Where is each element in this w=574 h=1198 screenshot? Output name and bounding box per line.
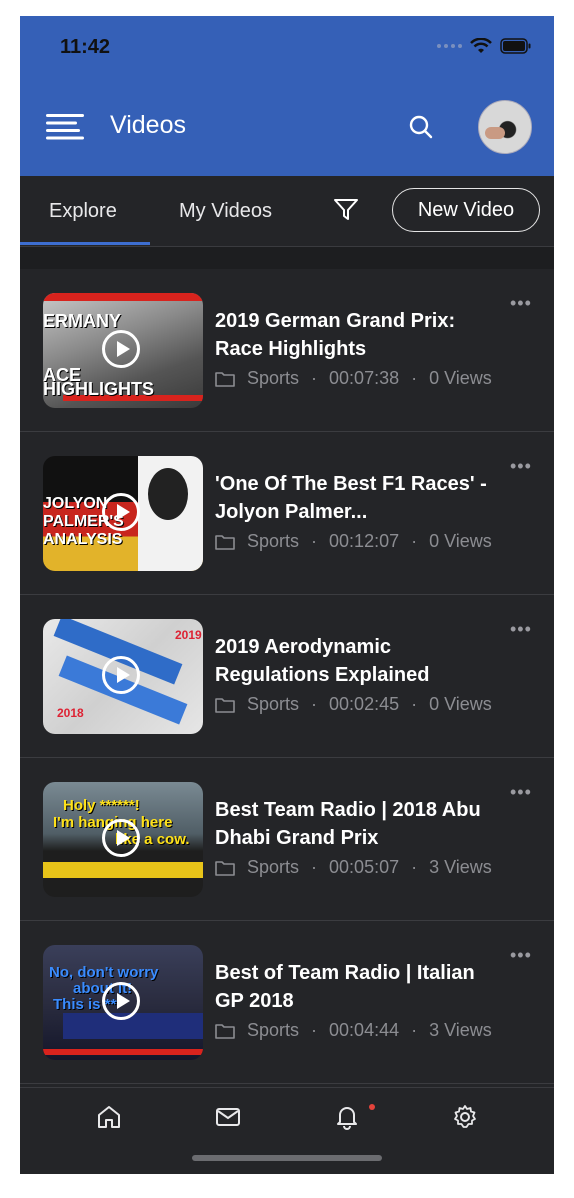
- play-icon[interactable]: [102, 819, 140, 857]
- phone-screen: 11:42 Videos Explore My Videos New Video…: [20, 16, 554, 1174]
- video-list-item[interactable]: 2019 2018 2019 Aerodynamic Regulations E…: [20, 595, 554, 758]
- notification-badge: [369, 1104, 375, 1110]
- hamburger-menu-icon[interactable]: [46, 114, 84, 140]
- video-thumbnail[interactable]: No, don't worry about it! This is ***: [43, 945, 203, 1060]
- video-meta: Sports · 00:02:45 · 0 Views: [215, 694, 492, 715]
- video-meta: Sports · 00:07:38 · 0 Views: [215, 368, 492, 389]
- video-views: 3 Views: [429, 1020, 492, 1040]
- app-header: 11:42 Videos: [20, 16, 554, 176]
- folder-icon: [215, 1023, 235, 1039]
- video-duration: 00:02:45: [329, 694, 400, 714]
- video-views: 3 Views: [429, 857, 492, 877]
- bell-icon[interactable]: [334, 1104, 360, 1130]
- play-icon[interactable]: [102, 982, 140, 1020]
- more-options-icon[interactable]: •••: [510, 293, 532, 314]
- folder-icon: [215, 534, 235, 550]
- video-meta: Sports · 00:04:44 · 3 Views: [215, 1020, 492, 1041]
- home-icon[interactable]: [96, 1104, 122, 1130]
- video-title[interactable]: 2019 Aerodynamic Regulations Explained: [215, 633, 505, 689]
- video-list-item[interactable]: JOLYON PALMER'S ANALYSIS 'One Of The Bes…: [20, 432, 554, 595]
- page-title: Videos: [110, 111, 186, 139]
- tab-explore[interactable]: Explore: [49, 200, 117, 223]
- status-time: 11:42: [60, 36, 111, 58]
- video-category: Sports: [247, 857, 300, 877]
- signal-icon: [437, 44, 462, 48]
- video-duration: 00:04:44: [329, 1020, 400, 1040]
- thumbnail-text: JOLYON: [43, 495, 108, 512]
- video-category: Sports: [247, 694, 300, 714]
- video-list-item[interactable]: Holy ******! I'm hanging here like a cow…: [20, 758, 554, 921]
- video-meta: Sports · 00:12:07 · 0 Views: [215, 531, 492, 552]
- folder-icon: [215, 371, 235, 387]
- video-list-item[interactable]: No, don't worry about it! This is *** Be…: [20, 921, 554, 1084]
- wifi-icon: [470, 38, 492, 53]
- play-icon[interactable]: [102, 330, 140, 368]
- active-tab-indicator: [20, 242, 150, 245]
- video-duration: 00:05:07: [329, 857, 400, 877]
- tab-my-videos[interactable]: My Videos: [179, 200, 272, 223]
- new-video-button[interactable]: New Video: [392, 188, 540, 232]
- play-icon[interactable]: [102, 493, 140, 531]
- video-title[interactable]: 2019 German Grand Prix: Race Highlights: [215, 307, 505, 363]
- video-category: Sports: [247, 531, 300, 551]
- more-options-icon[interactable]: •••: [510, 945, 532, 966]
- more-options-icon[interactable]: •••: [510, 456, 532, 477]
- thumbnail-text: HIGHLIGHTS: [43, 379, 154, 399]
- video-list: ERMANY ACE HIGHLIGHTS 2019 German Grand …: [20, 269, 554, 1084]
- thumbnail-text: ERMANY: [43, 311, 122, 331]
- video-thumbnail[interactable]: 2019 2018: [43, 619, 203, 734]
- thumbnail-text: ANALYSIS: [43, 531, 123, 548]
- search-icon[interactable]: [408, 114, 434, 140]
- video-title[interactable]: Best Team Radio | 2018 Abu Dhabi Grand P…: [215, 796, 505, 852]
- bottom-nav: [20, 1087, 554, 1174]
- video-category: Sports: [247, 1020, 300, 1040]
- home-indicator[interactable]: [192, 1155, 382, 1161]
- gear-icon[interactable]: [452, 1104, 478, 1130]
- video-views: 0 Views: [429, 694, 492, 714]
- video-duration: 00:12:07: [329, 531, 400, 551]
- video-category: Sports: [247, 368, 300, 388]
- video-thumbnail[interactable]: JOLYON PALMER'S ANALYSIS: [43, 456, 203, 571]
- folder-icon: [215, 697, 235, 713]
- video-views: 0 Views: [429, 531, 492, 551]
- video-list-item[interactable]: ERMANY ACE HIGHLIGHTS 2019 German Grand …: [20, 269, 554, 432]
- filter-icon[interactable]: [333, 198, 359, 222]
- user-avatar[interactable]: [478, 100, 532, 154]
- divider-strip: [20, 247, 554, 269]
- more-options-icon[interactable]: •••: [510, 782, 532, 803]
- folder-icon: [215, 860, 235, 876]
- tab-bar: Explore My Videos New Video: [20, 176, 554, 247]
- video-thumbnail[interactable]: ERMANY ACE HIGHLIGHTS: [43, 293, 203, 408]
- battery-icon: [500, 38, 531, 54]
- video-duration: 00:07:38: [329, 368, 400, 388]
- video-views: 0 Views: [429, 368, 492, 388]
- video-title[interactable]: 'One Of The Best F1 Races' - Jolyon Palm…: [215, 470, 505, 526]
- status-icons: [437, 38, 532, 54]
- video-title[interactable]: Best of Team Radio | Italian GP 2018: [215, 959, 505, 1015]
- more-options-icon[interactable]: •••: [510, 619, 532, 640]
- thumbnail-text: 2019: [175, 628, 202, 642]
- video-thumbnail[interactable]: Holy ******! I'm hanging here like a cow…: [43, 782, 203, 897]
- video-meta: Sports · 00:05:07 · 3 Views: [215, 857, 492, 878]
- mail-icon[interactable]: [215, 1104, 241, 1130]
- play-icon[interactable]: [102, 656, 140, 694]
- thumbnail-text: 2018: [57, 706, 84, 720]
